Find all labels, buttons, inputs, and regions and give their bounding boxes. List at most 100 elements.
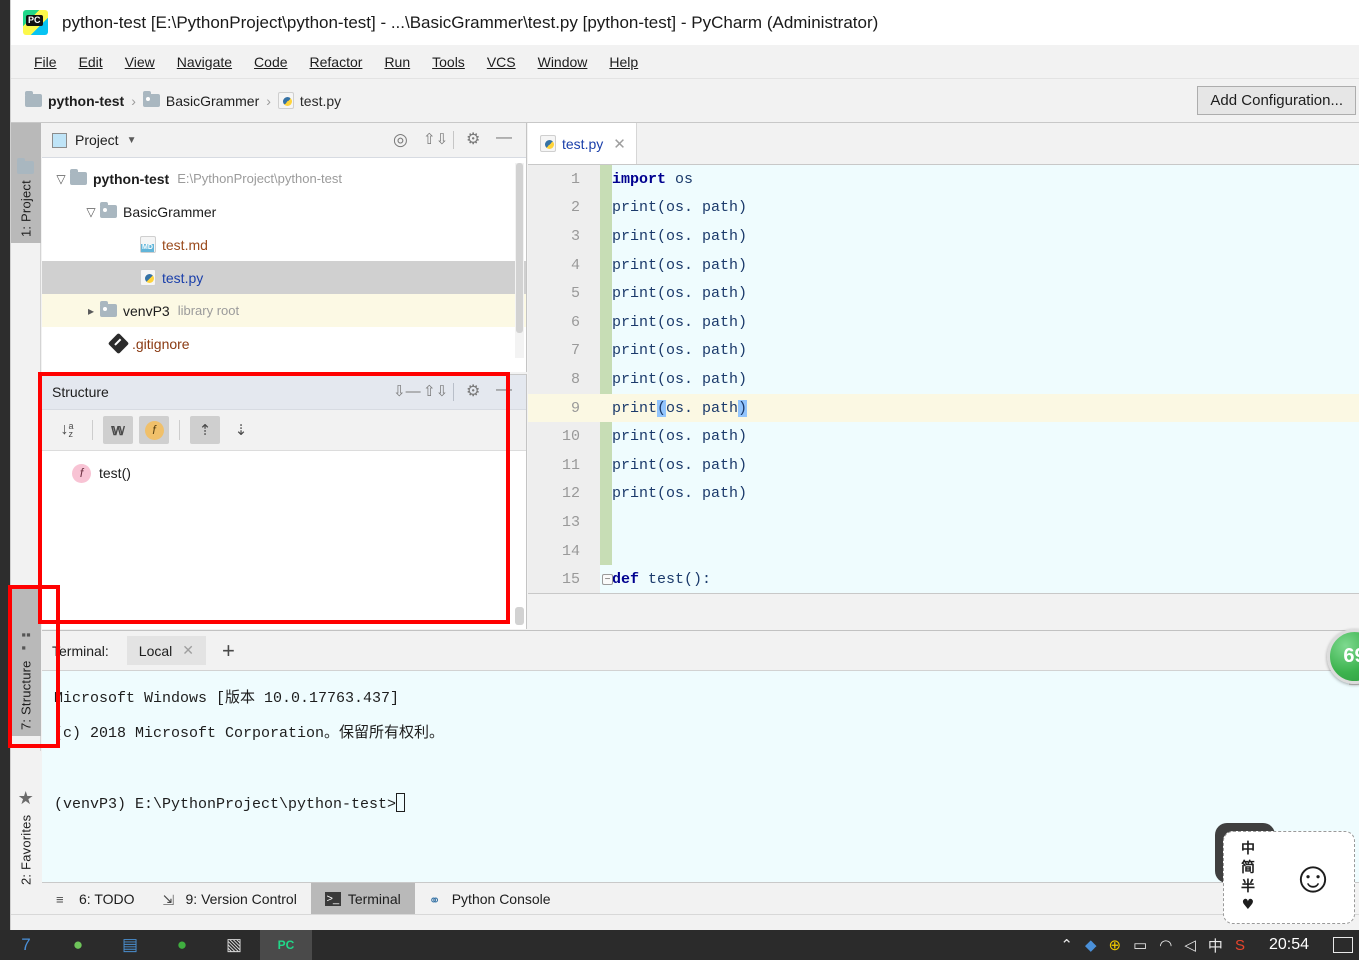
code-line[interactable]: 14 (528, 537, 1359, 566)
ime-mode-chinese[interactable]: 中 (1241, 840, 1255, 859)
ime-card[interactable]: 中 简 半 ♥ ☺ (1223, 831, 1355, 924)
ime-language-icon[interactable]: 中 (1208, 935, 1223, 956)
code-line[interactable]: 3 print(os. path) (528, 222, 1359, 251)
structure-scrollbar[interactable] (515, 607, 524, 625)
statusbar-item-python-console[interactable]: ⚭ Python Console (415, 883, 565, 915)
menu-code[interactable]: Code (243, 51, 298, 73)
ime-mode-halfwidth[interactable]: 半 (1241, 878, 1255, 897)
wifi-icon[interactable]: ◠ (1159, 936, 1172, 954)
menu-file[interactable]: File (23, 51, 68, 73)
wps-icon[interactable]: S (1235, 937, 1245, 954)
expand-all-icon[interactable]: ⇩― (393, 383, 421, 401)
wechat-green-icon[interactable]: ● (156, 930, 208, 960)
menu-help[interactable]: Help (598, 51, 649, 73)
code-line[interactable]: 10 print(os. path) (528, 422, 1359, 451)
minimize-icon[interactable]: — (496, 130, 514, 149)
terminal-icon: >_ (324, 891, 341, 906)
code-line[interactable]: 12 print(os. path) (528, 480, 1359, 509)
plus-icon[interactable]: + (222, 638, 235, 664)
menu-edit[interactable]: Edit (68, 51, 114, 73)
pycharm-taskbar-icon[interactable]: PC (260, 930, 312, 960)
code-line[interactable]: 7 print(os. path) (528, 337, 1359, 366)
code-line[interactable]: 1 import os (528, 165, 1359, 194)
taskbar-app-icon-blue[interactable]: 7 (0, 930, 52, 960)
project-tree-scrollbar[interactable] (515, 163, 524, 358)
chevron-down-icon[interactable]: ▽ (52, 172, 70, 186)
menu-navigate[interactable]: Navigate (166, 51, 243, 73)
menu-view[interactable]: View (114, 51, 166, 73)
project-panel-header: Project ▼ ◎ ⇧⇩ ⚙ — (42, 123, 526, 158)
code-text: print(os. path) (612, 370, 748, 388)
shield-icon[interactable]: ⊕ (1109, 936, 1122, 954)
sidebar-item-favorites[interactable]: 2: Favorites ★ (11, 751, 41, 891)
collapse-all-icon[interactable]: ⇧⇩ (423, 383, 448, 401)
code-line[interactable]: 4 print(os. path) (528, 251, 1359, 280)
tree-row-test-md[interactable]: test.md (42, 228, 526, 261)
close-icon[interactable]: ✕ (182, 642, 194, 659)
statusbar-item-todo[interactable]: ≡ 6: TODO (42, 883, 149, 915)
tree-row-venvp3[interactable]: ▸ venvP3 library root (42, 294, 526, 327)
ime-mode-simplified[interactable]: 简 (1241, 859, 1255, 878)
menu-run[interactable]: Run (373, 51, 421, 73)
ime-heart-icon[interactable]: ♥ (1242, 896, 1255, 915)
sidebar-item-project[interactable]: 1: Project (11, 123, 41, 243)
sidebar-item-structure[interactable]: 7: Structure ▪▪ ▪ (11, 586, 41, 736)
volume-icon[interactable]: ◁ (1184, 936, 1196, 954)
ime-floating-bar[interactable]: 中 简 半 ♥ ☺ (1215, 823, 1355, 928)
gear-icon[interactable]: ⚙ (466, 131, 484, 149)
tab-test-py[interactable]: test.py ✕ (528, 123, 637, 164)
close-icon[interactable]: ✕ (613, 135, 626, 153)
breadcrumb-item-package[interactable]: BasicGrammer (166, 93, 259, 109)
file-explorer-icon[interactable]: ▤ (104, 930, 156, 960)
notes-icon[interactable]: ▧ (208, 930, 260, 960)
tree-row-basicgrammer[interactable]: ▽ BasicGrammer (42, 195, 526, 228)
code-line[interactable]: 6 print(os. path) (528, 308, 1359, 337)
show-desktop-icon[interactable] (1333, 937, 1353, 953)
tree-item-label: venvP3 (123, 302, 170, 319)
terminal-output[interactable]: Microsoft Windows [版本 10.0.17763.437] (c… (42, 671, 1359, 822)
battery-icon[interactable]: ▭ (1133, 936, 1147, 954)
add-configuration-button[interactable]: Add Configuration... (1197, 86, 1356, 115)
wechat-icon[interactable]: ● (52, 930, 104, 960)
taskbar-clock[interactable]: 20:54 (1257, 936, 1321, 954)
tree-row-python-test[interactable]: ▽ python-test E:\PythonProject\python-te… (42, 162, 526, 195)
code-line[interactable]: 11 print(os. path) (528, 451, 1359, 480)
tree-row-gitignore[interactable]: .gitignore (42, 327, 526, 360)
show-fields-icon[interactable]: f (139, 416, 169, 444)
collapse-all-icon[interactable]: ⇣ (226, 416, 256, 444)
tree-row-test-py[interactable]: test.py (42, 261, 526, 294)
terminal-tab-local[interactable]: Local ✕ (126, 636, 206, 665)
code-fold-icon[interactable]: − (602, 574, 613, 586)
structure-item-test[interactable]: f test() (42, 459, 526, 487)
code-line[interactable]: 13 (528, 508, 1359, 537)
statusbar-item-terminal[interactable]: >_ Terminal (310, 882, 415, 915)
expand-all-icon[interactable]: ⇡ (190, 416, 220, 444)
menu-window[interactable]: Window (527, 51, 599, 73)
dropbox-icon[interactable]: ◆ (1085, 936, 1097, 954)
code-line-current[interactable]: 9 print(os. path) (528, 393, 1359, 423)
breadcrumb-item-project[interactable]: python-test (48, 93, 124, 109)
code-line[interactable]: 8 print(os. path) (528, 365, 1359, 394)
code-line[interactable]: 2 print(os. path) (528, 194, 1359, 223)
menu-tools[interactable]: Tools (421, 51, 476, 73)
show-hidden-icons-icon[interactable]: ⌃ (1060, 936, 1073, 954)
navigation-bar: python-test › BasicGrammer › test.py Add… (11, 79, 1359, 123)
structure-item-label: test() (99, 465, 131, 481)
line-number: 12 (561, 485, 580, 503)
chevron-right-icon[interactable]: ▸ (82, 304, 100, 318)
locate-target-icon[interactable]: ◎ (393, 131, 411, 149)
gear-icon[interactable]: ⚙ (466, 383, 484, 401)
minimize-icon[interactable]: — (496, 382, 514, 401)
statusbar-item-version-control[interactable]: ⇲ 9: Version Control (149, 883, 311, 915)
breadcrumb-item-file[interactable]: test.py (300, 93, 341, 109)
code-editor[interactable]: 1 import os 2 print(os. path) 3 print(os… (528, 165, 1359, 629)
menu-refactor[interactable]: Refactor (299, 51, 374, 73)
chevron-down-icon[interactable]: ▼ (127, 135, 137, 146)
collapse-all-icon[interactable]: ⇧⇩ (423, 131, 448, 149)
chevron-down-icon[interactable]: ▽ (82, 205, 100, 219)
code-line[interactable]: 15 − def test(): (528, 565, 1359, 594)
menu-vcs[interactable]: VCS (476, 51, 527, 73)
sort-alphabetically-icon[interactable]: ↓ a z (52, 416, 82, 444)
show-inherited-icon[interactable]: 𝕨 (103, 416, 133, 444)
code-line[interactable]: 5 print(os. path) (528, 279, 1359, 308)
